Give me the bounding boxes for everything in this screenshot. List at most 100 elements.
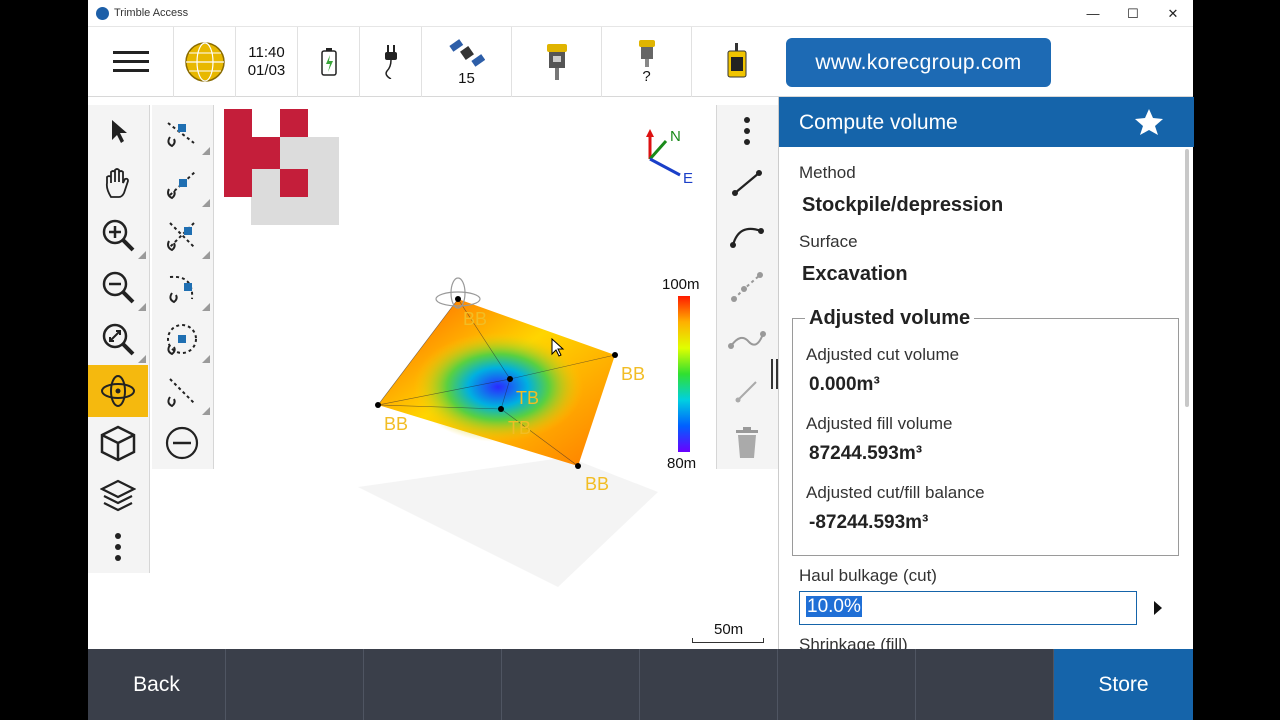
power-status[interactable] [360,27,422,97]
instrument-status[interactable] [692,27,782,97]
vertex-marker [498,406,504,412]
arrow-pointer-icon [112,120,127,143]
layers-tool[interactable] [88,469,148,521]
battery-icon [320,48,337,76]
store-button[interactable]: Store [1054,649,1193,720]
map-view[interactable]: BB BB BB BB TB TB N E 100m 80m 50m [88,97,783,649]
zoom-out-icon [102,271,135,304]
app-window: Trimble Access — ☐ ✕ 11:40 01/03 15 ? ww… [88,0,1194,720]
vertex-marker [455,296,461,302]
snap-midpoint-icon [167,170,197,200]
delete-tool[interactable] [717,417,777,469]
point-label: BB [585,474,610,494]
hamburger-icon [112,51,149,72]
pan-tool[interactable] [88,157,148,209]
polyline-icon [731,272,763,302]
snap-off-tool[interactable] [152,417,212,469]
adjusted-volume-title: Adjusted volume [805,307,975,330]
receiver2-status[interactable]: ? [602,27,692,97]
map-toolbar-left [88,105,150,573]
panel-scrollbar[interactable] [1185,149,1189,407]
snap-center-tool[interactable] [152,313,212,365]
curve-tool[interactable] [717,313,777,365]
curve-icon [728,331,766,349]
globe-button[interactable] [174,27,236,97]
select-tool[interactable] [88,105,148,157]
vertex-marker [375,402,381,408]
minimize-button[interactable]: — [1073,0,1113,27]
method-value[interactable]: Stockpile/depression [802,194,1003,217]
cut-volume-value: 0.000m³ [809,374,880,395]
snap-curve-tool[interactable] [152,261,212,313]
fill-volume-label: Adjusted fill volume [806,414,953,433]
snap-intersection-icon [167,222,195,252]
softkey-empty-3[interactable] [502,649,640,720]
maximize-button[interactable]: ☐ [1113,0,1153,27]
scale-bar-label: 50m [714,621,744,638]
offset-tool[interactable] [717,365,777,417]
softkey-empty-4[interactable] [640,649,778,720]
receiver2-label: ? [642,68,651,85]
balance-value: -87244.593m³ [809,512,929,533]
favorite-star-icon[interactable] [1134,108,1164,136]
cube-icon [100,425,136,462]
draw-arc-tool[interactable] [717,209,777,261]
korec-logo [224,109,339,225]
north-label: N [670,128,681,145]
point-label: BB [384,414,409,434]
battery-status[interactable] [298,27,360,97]
panel-title: Compute volume [799,111,958,134]
point-label: BB [621,364,646,384]
softkey-empty-1[interactable] [226,649,364,720]
point-label: TB [508,418,532,438]
snap-perpendicular-tool[interactable] [152,365,212,417]
zoom-in-tool[interactable] [88,209,148,261]
snap-mid-tool[interactable] [152,157,212,209]
rover-receiver-icon [638,40,655,67]
snap-intersection-tool[interactable] [152,209,212,261]
gnss-receiver-icon [546,44,567,80]
point-label: TB [516,388,540,408]
point-label: BB [463,309,488,329]
mouse-cursor-icon [551,338,565,357]
status-bar: 11:40 01/03 15 ? www.korecgroup.com [88,27,1193,97]
polyline-tool[interactable] [717,261,777,313]
satellite-status[interactable]: 15 [422,27,512,97]
fill-volume-value: 87244.593m³ [809,443,923,464]
haul-bulkage-input[interactable]: 10.0% [799,591,1137,625]
surface-shadow [358,457,658,587]
caret-right-icon [1154,601,1162,615]
back-button[interactable]: Back [88,649,226,720]
softkey-empty-2[interactable] [364,649,502,720]
app-icon [96,7,109,20]
draw-line-tool[interactable] [717,157,777,209]
softkey-empty-5[interactable] [778,649,916,720]
satellite-count: 15 [458,70,475,87]
haul-bulkage-menu-button[interactable] [1141,591,1175,625]
orbit-tool[interactable] [88,365,148,417]
offset-icon [735,381,757,403]
date: 01/03 [247,62,286,79]
vertex-marker [575,463,581,469]
zoom-extents-tool[interactable] [88,313,148,365]
menu-button[interactable] [88,27,174,97]
snap-end-tool[interactable] [152,105,212,157]
cogo-more-button[interactable] [717,105,777,157]
more-tools-button[interactable] [88,521,148,573]
compute-volume-panel: Compute volume Method Stockpile/depressi… [778,97,1194,654]
scale-min-label: 80m [667,455,697,472]
title-bar: Trimble Access — ☐ ✕ [88,0,1193,27]
surface-value[interactable]: Excavation [802,263,908,286]
time-display[interactable]: 11:40 01/03 [236,27,298,97]
time: 11:40 [248,44,285,61]
3d-view-tool[interactable] [88,417,148,469]
haul-bulkage-value: 10.0% [806,596,862,617]
receiver-status[interactable] [512,27,602,97]
close-button[interactable]: ✕ [1153,0,1193,27]
line-icon [732,170,762,196]
snap-line-icon [167,378,195,408]
east-label: E [683,170,694,187]
korec-website-button[interactable]: www.korecgroup.com [786,38,1051,87]
zoom-out-tool[interactable] [88,261,148,313]
softkey-empty-6[interactable] [916,649,1054,720]
